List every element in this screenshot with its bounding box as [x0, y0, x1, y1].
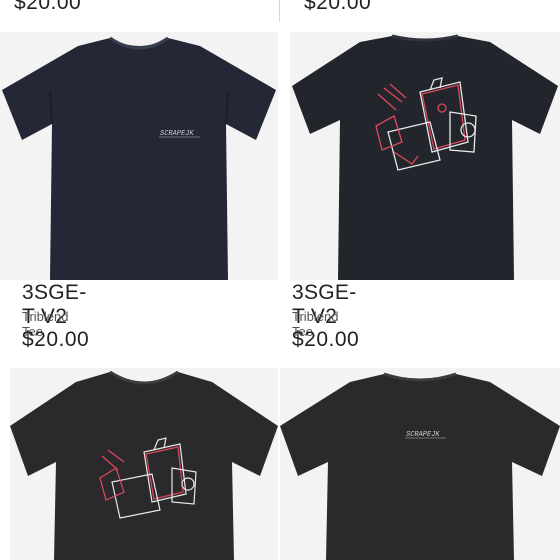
- grid-divider-top: [279, 0, 280, 22]
- product-price-1: $20.00: [22, 328, 90, 351]
- product-image-2[interactable]: [290, 32, 560, 280]
- product-image-1[interactable]: SCRAPEJK: [0, 32, 278, 280]
- tshirt-back-small-logo-image: SCRAPEJK: [280, 372, 560, 560]
- tshirt-front-small-logo-image: SCRAPEJK: [2, 36, 276, 280]
- previous-product-price-left: $20.00: [14, 0, 82, 14]
- product-image-3[interactable]: [10, 368, 278, 560]
- tshirt-back-engine-image: [292, 34, 558, 280]
- product-image-4[interactable]: SCRAPEJK: [280, 368, 560, 560]
- tshirt-front-engine-image: [10, 370, 278, 560]
- previous-product-price-right: $20.00: [304, 0, 372, 14]
- product-price-2: $20.00: [292, 328, 360, 351]
